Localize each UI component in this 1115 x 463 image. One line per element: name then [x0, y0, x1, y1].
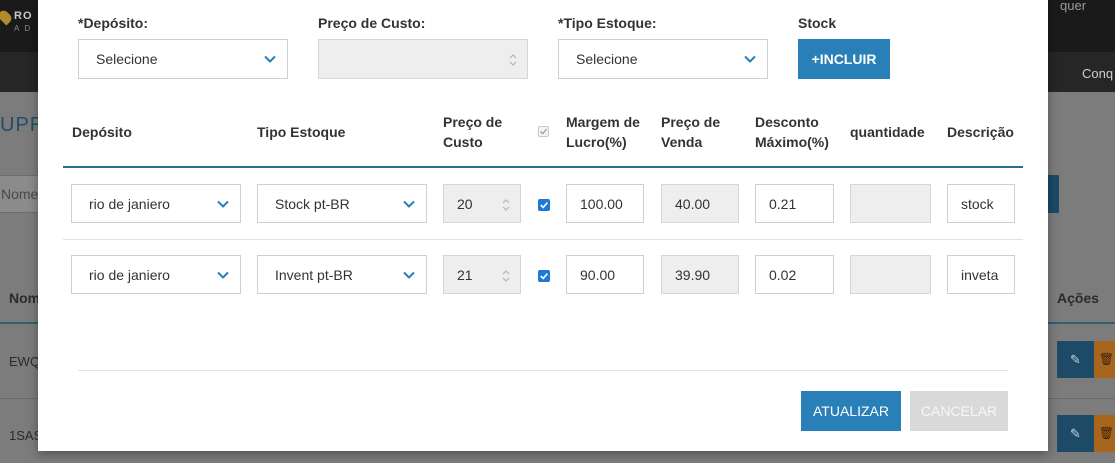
spinner-icon [502, 199, 510, 211]
row-divider [1047, 398, 1115, 399]
table-header-divider [1047, 322, 1115, 324]
incluir-button[interactable]: +INCLUIR [798, 39, 890, 79]
spinner-icon [509, 54, 517, 66]
table-header-divider [63, 166, 1023, 168]
tipo-estoque-label: *Tipo Estoque: [558, 15, 657, 31]
row-checkbox[interactable] [538, 199, 550, 211]
check-icon [540, 128, 547, 135]
row-quantidade-input[interactable] [850, 255, 931, 294]
row-divider [63, 239, 1023, 240]
row-tipo-estoque-value: Invent pt-BR [275, 267, 353, 283]
check-icon [540, 202, 549, 209]
col-header-margem-line1: Margem de [566, 114, 640, 130]
row-tipo-estoque-value: Stock pt-BR [275, 196, 350, 212]
col-header-margem-line2: Lucro(%) [566, 134, 627, 150]
row-descricao-input[interactable]: inveta [947, 255, 1015, 294]
row-margem-input[interactable]: 100.00 [566, 184, 644, 223]
preco-custo-label: Preço de Custo: [318, 15, 426, 31]
chevron-down-icon [403, 271, 415, 279]
check-icon [540, 273, 549, 280]
col-header-quantidade: quantidade [850, 124, 925, 140]
logo-pin-icon [0, 8, 14, 26]
user-menu[interactable]: quer [1060, 0, 1086, 13]
row-deposito-value: rio de janiero [89, 196, 170, 212]
col-header-deposito: Depósito [72, 124, 132, 140]
table-header-nome: Nom [9, 290, 41, 306]
delete-button[interactable]: 🗑 [1094, 341, 1115, 378]
row-deposito-select[interactable]: rio de janiero [71, 255, 241, 294]
row-desconto-input[interactable]: 0.02 [755, 255, 834, 294]
row-preco-custo-value: 20 [457, 196, 473, 212]
stock-label: Stock [798, 15, 837, 31]
col-header-preco-venda-line1: Preço de [661, 114, 721, 130]
table-header-acoes: Ações [1057, 290, 1100, 306]
atualizar-button[interactable]: ATUALIZAR [801, 391, 901, 431]
cancelar-button[interactable]: CANCELAR [910, 391, 1008, 431]
row-margem-input[interactable]: 90.00 [566, 255, 644, 294]
chevron-down-icon [264, 55, 276, 63]
row-descricao-input[interactable]: stock [947, 184, 1015, 223]
select-all-checkbox[interactable] [538, 126, 549, 137]
search-button[interactable] [1047, 175, 1059, 213]
footer-divider [78, 370, 1008, 371]
col-header-margem: Margem de Lucro(%) [566, 112, 640, 152]
row-deposito-value: rio de janiero [89, 267, 170, 283]
deposito-select[interactable]: Selecione [78, 39, 288, 79]
chevron-down-icon [217, 200, 229, 208]
tipo-estoque-select-value: Selecione [576, 51, 638, 67]
row-desconto-input[interactable]: 0.21 [755, 184, 834, 223]
preco-custo-input[interactable] [318, 39, 528, 79]
col-header-tipo-estoque: Tipo Estoque [257, 124, 346, 140]
row-preco-custo-input[interactable]: 20 [443, 184, 521, 223]
deposito-label: *Depósito: [78, 15, 148, 31]
table-row: EWQ [9, 354, 41, 369]
logo-subtext: AD [14, 24, 36, 33]
row-quantidade-input[interactable] [850, 184, 931, 223]
row-preco-venda-input[interactable]: 39.90 [661, 255, 739, 294]
row-checkbox[interactable] [538, 270, 550, 282]
row-tipo-estoque-select[interactable]: Stock pt-BR [257, 184, 427, 223]
col-header-preco-venda: Preço de Venda [661, 112, 720, 152]
tipo-estoque-select[interactable]: Selecione [558, 39, 768, 79]
edit-button[interactable]: ✎ [1057, 341, 1094, 378]
logo-text: RO [14, 10, 33, 22]
row-deposito-select[interactable]: rio de janiero [71, 184, 241, 223]
col-header-desconto-line2: Máximo(%) [755, 134, 829, 150]
chevron-down-icon [744, 55, 756, 63]
row-preco-custo-value: 21 [457, 267, 473, 283]
col-header-desconto-line1: Desconto [755, 114, 819, 130]
col-header-desconto: Desconto Máximo(%) [755, 112, 829, 152]
row-tipo-estoque-select[interactable]: Invent pt-BR [257, 255, 427, 294]
col-header-preco-venda-line2: Venda [661, 134, 703, 150]
chevron-down-icon [403, 200, 415, 208]
edit-button[interactable]: ✎ [1057, 415, 1094, 452]
spinner-icon [502, 270, 510, 282]
chevron-down-icon [217, 271, 229, 279]
row-preco-custo-input[interactable]: 21 [443, 255, 521, 294]
col-header-preco-custo: Preço de Custo [443, 112, 502, 152]
row-divider [0, 398, 40, 399]
row-preco-venda-input[interactable]: 40.00 [661, 184, 739, 223]
stock-modal: *Depósito: Selecione Preço de Custo: *Ti… [38, 0, 1048, 451]
col-header-preco-custo-line2: Custo [443, 134, 483, 150]
col-header-preco-custo-line1: Preço de [443, 114, 503, 130]
nav-item[interactable]: Conq [1082, 66, 1113, 81]
table-header-divider [0, 322, 40, 324]
deposito-select-value: Selecione [96, 51, 158, 67]
col-header-descricao: Descrição [947, 124, 1014, 140]
delete-button[interactable]: 🗑 [1094, 415, 1115, 452]
